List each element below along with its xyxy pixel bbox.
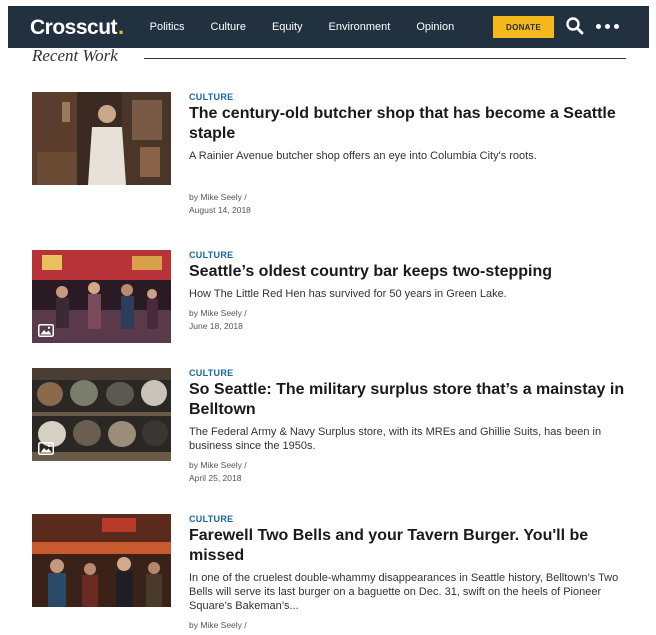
article-date: August 14, 2018 [189,205,251,215]
byline-prefix: by [189,620,201,630]
nav-link-opinion[interactable]: Opinion [416,21,454,33]
article-dek: In one of the cruelest double-whammy dis… [189,572,619,612]
article-thumbnail[interactable] [32,368,171,461]
byline-suffix: / [241,308,247,318]
byline-suffix: / [241,460,247,470]
article-thumbnail[interactable] [32,514,171,607]
author-link[interactable]: Mike Seely [200,308,242,318]
more-icon[interactable] [596,24,619,29]
article-byline: by Mike Seely / [189,191,629,204]
article-dek: How The Little Red Hen has survived for … [189,288,507,300]
search-icon[interactable] [565,16,585,36]
donate-button[interactable]: DONATE [493,16,554,38]
author-link[interactable]: Mike Seely [200,460,242,470]
section-divider [144,58,626,59]
gallery-icon [38,324,54,337]
author-link[interactable]: Mike Seely [200,192,242,202]
article-dek: A Rainier Avenue butcher shop offers an … [189,150,537,162]
article-thumbnail[interactable] [32,250,171,343]
article-byline: by Mike Seely / [189,459,629,472]
article-content: CULTURE Farewell Two Bells and your Tave… [189,514,629,632]
article-date: April 25, 2018 [189,473,242,483]
byline-prefix: by [189,308,201,318]
article-headline[interactable]: Seattle’s oldest country bar keeps two-s… [189,262,629,282]
article-thumbnail[interactable] [32,92,171,185]
article-content: CULTURE The century-old butcher shop tha… [189,92,629,217]
nav-link-politics[interactable]: Politics [150,21,185,33]
article-category[interactable]: CULTURE [189,92,629,102]
site-logo[interactable]: Crosscut. [30,14,124,40]
byline-suffix: / [241,192,247,202]
article-content: CULTURE So Seattle: The military surplus… [189,368,629,485]
article-dek: The Federal Army & Navy Surplus store, w… [189,426,602,452]
nav-link-culture[interactable]: Culture [211,21,246,33]
article-headline[interactable]: Farewell Two Bells and your Tavern Burge… [189,526,629,566]
gallery-icon [38,442,54,455]
article-category[interactable]: CULTURE [189,514,629,524]
article-byline: by Mike Seely / [189,619,629,632]
logo-text: Crosscut [30,16,118,39]
nav-link-environment[interactable]: Environment [329,21,391,33]
byline-prefix: by [189,192,201,202]
main-nav: Politics Culture Equity Environment Opin… [150,21,481,33]
author-link[interactable]: Mike Seely [200,620,242,630]
article-headline[interactable]: The century-old butcher shop that has be… [189,104,629,144]
article-byline: by Mike Seely / [189,307,629,320]
section-title: Recent Work [32,46,118,65]
byline-prefix: by [189,460,201,470]
article-content: CULTURE Seattle’s oldest country bar kee… [189,250,629,333]
logo-dot: . [118,14,124,39]
article-headline[interactable]: So Seattle: The military surplus store t… [189,380,629,420]
article-date: June 18, 2018 [189,321,243,331]
nav-link-equity[interactable]: Equity [272,21,303,33]
article-category[interactable]: CULTURE [189,250,629,260]
article-category[interactable]: CULTURE [189,368,629,378]
byline-suffix: / [241,620,247,630]
site-header: Crosscut. Politics Culture Equity Enviro… [8,6,649,48]
